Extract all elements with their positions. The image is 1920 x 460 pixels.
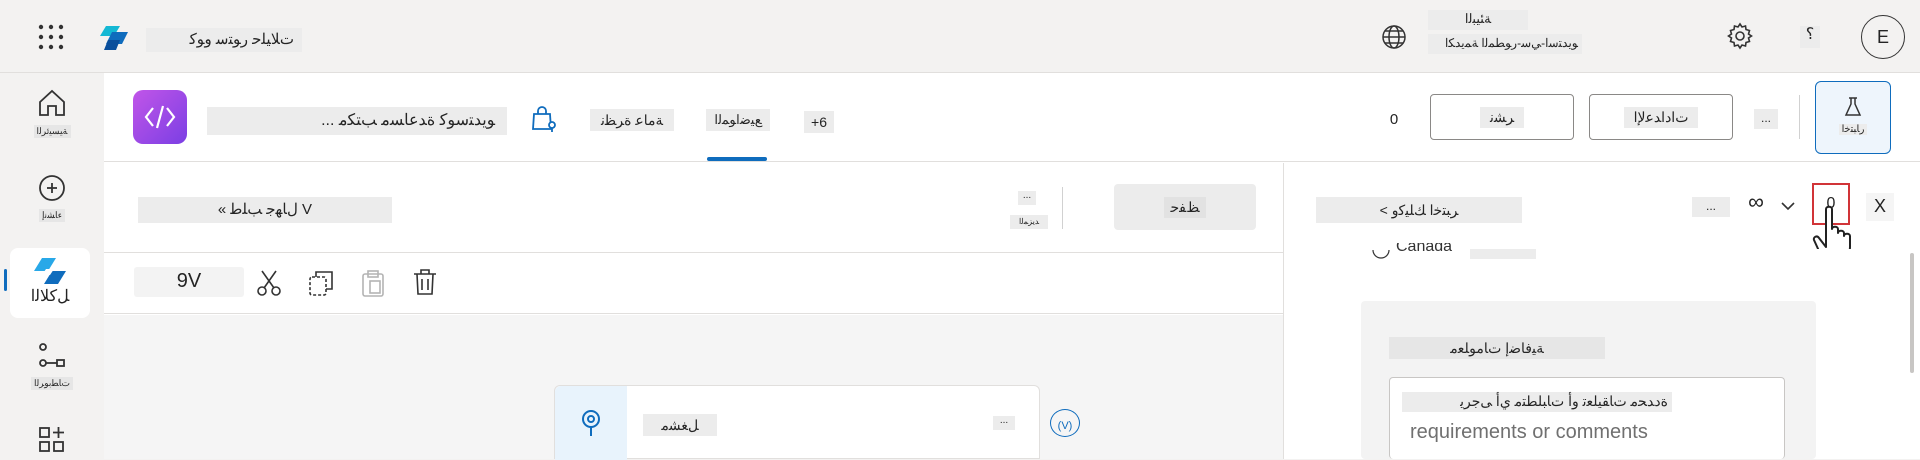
trigger-node-more[interactable]: ... bbox=[993, 416, 1015, 430]
save-label: ﻆﻔﺣ bbox=[1164, 196, 1206, 218]
test-button[interactable]: ﺭﺎﺒﺘﺧﺍ bbox=[1815, 81, 1891, 154]
app-title: ﺕﻼﻴﻠﺣ ﺭﻮﺘﺳ ﻭﻮﻛ bbox=[146, 28, 302, 52]
trigger-node-title: ﻞﻐﺸﻣ bbox=[643, 414, 717, 436]
agents-icon bbox=[33, 256, 67, 286]
left-navigation: ﺔﻴﺴﻴﺋﺮﻟﺍ ﺀﺎﺸﻧﺇ ﻞﻛﻼﻟﺍ ﺕﺎﻄﺑﻮﺮﻟﺍ bbox=[0, 73, 104, 459]
card-title: ﺔﻴﻓﺎﺿﺇ ﺕﺎﻣﻮﻠﻌﻣ bbox=[1389, 337, 1605, 359]
avatar-initial: E bbox=[1876, 26, 1889, 47]
header-more-button[interactable]: ... bbox=[1754, 109, 1778, 129]
agent-name[interactable]: ... ﻮﻳﺪﺘﺳﻮﻛ ﺓﺪﻋﺎﺴﻣ ﺐﺘﻜﻣ bbox=[207, 107, 507, 135]
main-area: ... ﻮﻳﺪﺘﺳﻮﻛ ﺓﺪﻋﺎﺴﻣ ﺐﺘﻜﻣ ﺔﻣﺎﻋ ﺓﺮﻈﻧ ﻊﻴﺿﺍﻮﻤ… bbox=[104, 73, 1920, 460]
test-pane-title: < ﺮﺒﺘﺧﺍ ﻚﻠﻴﻛﻭ bbox=[1316, 197, 1522, 223]
tab-overview[interactable]: ﺔﻣﺎﻋ ﺓﺮﻈﻧ bbox=[590, 109, 674, 131]
agent-avatar-icon bbox=[133, 90, 187, 144]
agent-lock-bag-icon[interactable] bbox=[530, 105, 558, 133]
topic-authoring-pane: « ﻝﺎﻬﺟ ﺐﻠﻃ V ... ﺪﻳﺰﻤﻟﺍ ﻆﻔﺣ 9V ﻞﻐﺸﻣ ... … bbox=[104, 163, 1283, 460]
trigger-node-icon-bg bbox=[555, 386, 627, 460]
help-button[interactable]: ؟ bbox=[1800, 26, 1820, 48]
textarea-placeholder: requirements or comments bbox=[1410, 421, 1648, 443]
nav-label-flows: ﺕﺎﻄﺑﻮﺮﻟﺍ bbox=[31, 377, 73, 390]
test-flask-icon bbox=[1844, 96, 1862, 118]
variable-badge[interactable]: (V) bbox=[1050, 409, 1080, 437]
nav-label-home: ﺔﻴﺴﻴﺋﺮﻟﺍ bbox=[33, 125, 71, 138]
textarea-rtl-text: ﺓﺩﺪﺤﻣ ﺕﺎﻘﻴﻠﻌﺗ ﻭﺃ ﺕﺎﺒﻠﻄﺘﻣ ﻱﺃ ﻰﺟﺮﻳ bbox=[1402, 392, 1672, 412]
chat-scrollbar[interactable] bbox=[1910, 253, 1914, 373]
trigger-pin-icon bbox=[579, 409, 603, 437]
comments-textarea[interactable]: ﺓﺩﺪﺤﻣ ﺕﺎﻘﻴﻠﻌﺗ ﻭﺃ ﺕﺎﺒﻠﻄﺘﻣ ﻱﺃ ﻰﺟﺮﻳ require… bbox=[1389, 377, 1785, 459]
nav-item-home[interactable]: ﺔﻴﺴﻴﺋﺮﻟﺍ bbox=[12, 87, 92, 157]
delete-trash-icon[interactable] bbox=[412, 268, 438, 296]
globe-icon[interactable] bbox=[1381, 24, 1407, 50]
home-icon bbox=[36, 87, 68, 119]
trigger-node[interactable]: ﻞﻐﺸﻣ ... bbox=[554, 385, 1040, 460]
infinity-icon[interactable]: ∞ bbox=[1742, 191, 1770, 217]
nav-item-flows[interactable]: ﺕﺎﻄﺑﻮﺮﻟﺍ bbox=[12, 341, 92, 411]
environment-label: ﺔﺌﻴﺒﻟﺍ bbox=[1428, 10, 1528, 30]
test-agent-pane: < ﺮﺒﺘﺧﺍ ﻚﻠﻴﻛﻭ ... ∞ 0 X Canada ﺔﻴﻓﺎﺿﺇ ﺕﺎ… bbox=[1283, 163, 1920, 459]
header-count-badge: 0 bbox=[1389, 111, 1399, 128]
user-avatar[interactable]: E bbox=[1861, 15, 1905, 59]
tab-topics[interactable]: ﻊﻴﺿﺍﻮﻤﻟﺍ bbox=[706, 109, 770, 131]
top-bar: ﺕﻼﻴﻠﺣ ﺭﻮﺘﺳ ﻭﻮﻛ ﺔﺌﻴﺒﻟﺍ ﻮﻳﺪﺘﺳﺍ-ﻲﺳ-ﺭﻮﻄﻤﻟﺍ ﺔ… bbox=[0, 0, 1920, 73]
topic-title[interactable]: « ﻝﺎﻬﺟ ﺐﻠﻃ V bbox=[138, 197, 392, 223]
tab-topics-selected-underline bbox=[707, 157, 767, 161]
settings-gear-icon[interactable] bbox=[1726, 22, 1754, 50]
agent-header: ... ﻮﻳﺪﺘﺳﻮﻛ ﺓﺪﻋﺎﺴﻣ ﺐﺘﻜﻣ ﺔﻣﺎﻋ ﺓﺮﻈﻧ ﻊﻴﺿﺍﻮﻤ… bbox=[104, 73, 1920, 162]
cut-icon[interactable] bbox=[256, 269, 282, 297]
partial-option-box bbox=[1470, 249, 1536, 259]
flows-icon bbox=[37, 341, 67, 371]
nav-label-agents: ﻞﻛﻼﻟﺍ bbox=[30, 288, 70, 305]
nav-active-indicator bbox=[4, 269, 7, 291]
save-button[interactable]: ﻆﻔﺣ bbox=[1114, 184, 1256, 230]
test-label: ﺭﺎﺒﺘﺧﺍ bbox=[1838, 124, 1868, 135]
tab-more[interactable]: +6 bbox=[804, 111, 834, 133]
nav-item-create[interactable]: ﺀﺎﺸﻧﺇ bbox=[12, 173, 92, 243]
test-pane-more-button[interactable]: ... bbox=[1692, 197, 1730, 217]
copilot-studio-logo-icon bbox=[100, 22, 132, 52]
partial-option-circle-icon bbox=[1372, 249, 1390, 259]
more-button-small[interactable]: ... bbox=[1018, 191, 1036, 205]
environment-picker[interactable]: ﻮﻳﺪﺘﺳﺍ-ﻲﺳ-ﺭﻮﻄﻤﻟﺍ ﺔﻤﻳﺪﻜﺍ bbox=[1428, 34, 1582, 54]
chevron-down-icon[interactable] bbox=[1781, 201, 1795, 211]
header-divider bbox=[1799, 95, 1800, 139]
settings-label: ﺕﺍﺩﺍﺪﻋﻹﺍ bbox=[1623, 106, 1699, 128]
settings-button[interactable]: ﺕﺍﺩﺍﺪﻋﻹﺍ bbox=[1589, 94, 1733, 140]
partial-option-text: Canada bbox=[1396, 243, 1453, 255]
nav-label-create: ﺀﺎﺸﻧﺇ bbox=[38, 209, 65, 222]
divider-vertical bbox=[1062, 187, 1063, 229]
share-button[interactable]: ﺮﺸﻧ bbox=[1430, 94, 1574, 140]
paste-icon bbox=[360, 269, 386, 297]
nav-item-agents[interactable]: ﻞﻛﻼﻟﺍ bbox=[10, 248, 90, 318]
more-caption: ﺪﻳﺰﻤﻟﺍ bbox=[1010, 215, 1048, 229]
share-label: ﺮﺸﻧ bbox=[1479, 106, 1525, 128]
zoom-level[interactable]: 9V bbox=[134, 267, 244, 297]
apps-icon[interactable] bbox=[37, 425, 67, 455]
adaptive-card: ﺔﻴﻓﺎﺿﺇ ﺕﺎﻣﻮﻠﻌﻣ ﺓﺩﺪﺤﻣ ﺕﺎﻘﻴﻠﻌﺗ ﻭﺃ ﺕﺎﺒﻠﻄﺘﻣ … bbox=[1361, 301, 1816, 459]
copy-icon[interactable] bbox=[308, 269, 334, 297]
app-launcher-icon[interactable] bbox=[38, 24, 64, 50]
close-test-pane-button[interactable]: X bbox=[1866, 193, 1894, 221]
create-plus-icon bbox=[37, 173, 67, 203]
